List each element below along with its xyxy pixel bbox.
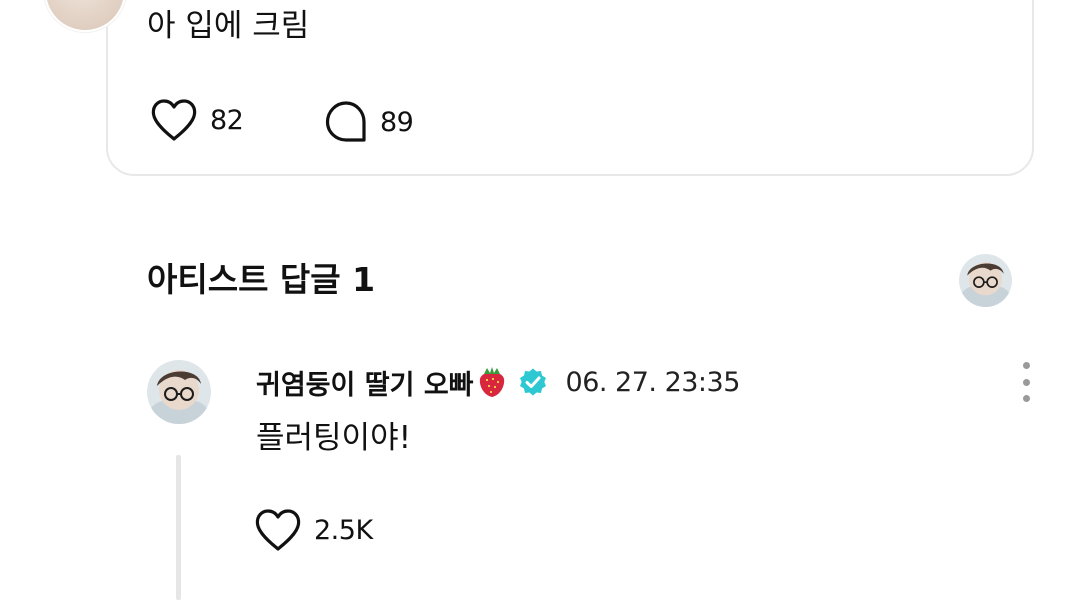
post-text: 아 입에 크림 [147,8,310,44]
artist-replies-title: 아티스트 답글 1 [147,260,376,299]
more-dot-icon [1022,362,1030,369]
post-comment-count: 89 [380,106,414,138]
reply-timestamp: 06. 27. 23:35 [565,366,741,398]
post-like-count: 82 [210,104,244,136]
reply-text: 플러팅이야! [256,420,412,456]
more-options-button[interactable] [1012,362,1040,402]
reply-like-count: 2.5K [314,514,373,546]
heart-icon [255,509,301,551]
reply-author-name[interactable]: 귀염둥이 딸기 오빠 [256,363,474,402]
post-comment-button[interactable]: 89 [324,100,414,144]
reply-author-avatar-image [147,360,211,424]
reply-thread-line [176,455,181,600]
reply-header: 귀염둥이 딸기 오빠 06. 27. 23:35 [256,362,740,402]
more-dot-icon [1022,395,1030,402]
reply-like-button[interactable]: 2.5K [254,508,373,552]
strawberry-icon [479,367,504,397]
comment-bubble-icon [325,101,366,142]
heart-icon [151,99,197,141]
post-like-button[interactable]: 82 [150,98,244,142]
more-dot-icon [1022,378,1030,386]
reply-author-avatar[interactable] [147,360,211,424]
artist-avatar-image [959,254,1012,307]
verified-badge-icon [519,368,546,396]
artist-avatar[interactable] [959,254,1012,307]
